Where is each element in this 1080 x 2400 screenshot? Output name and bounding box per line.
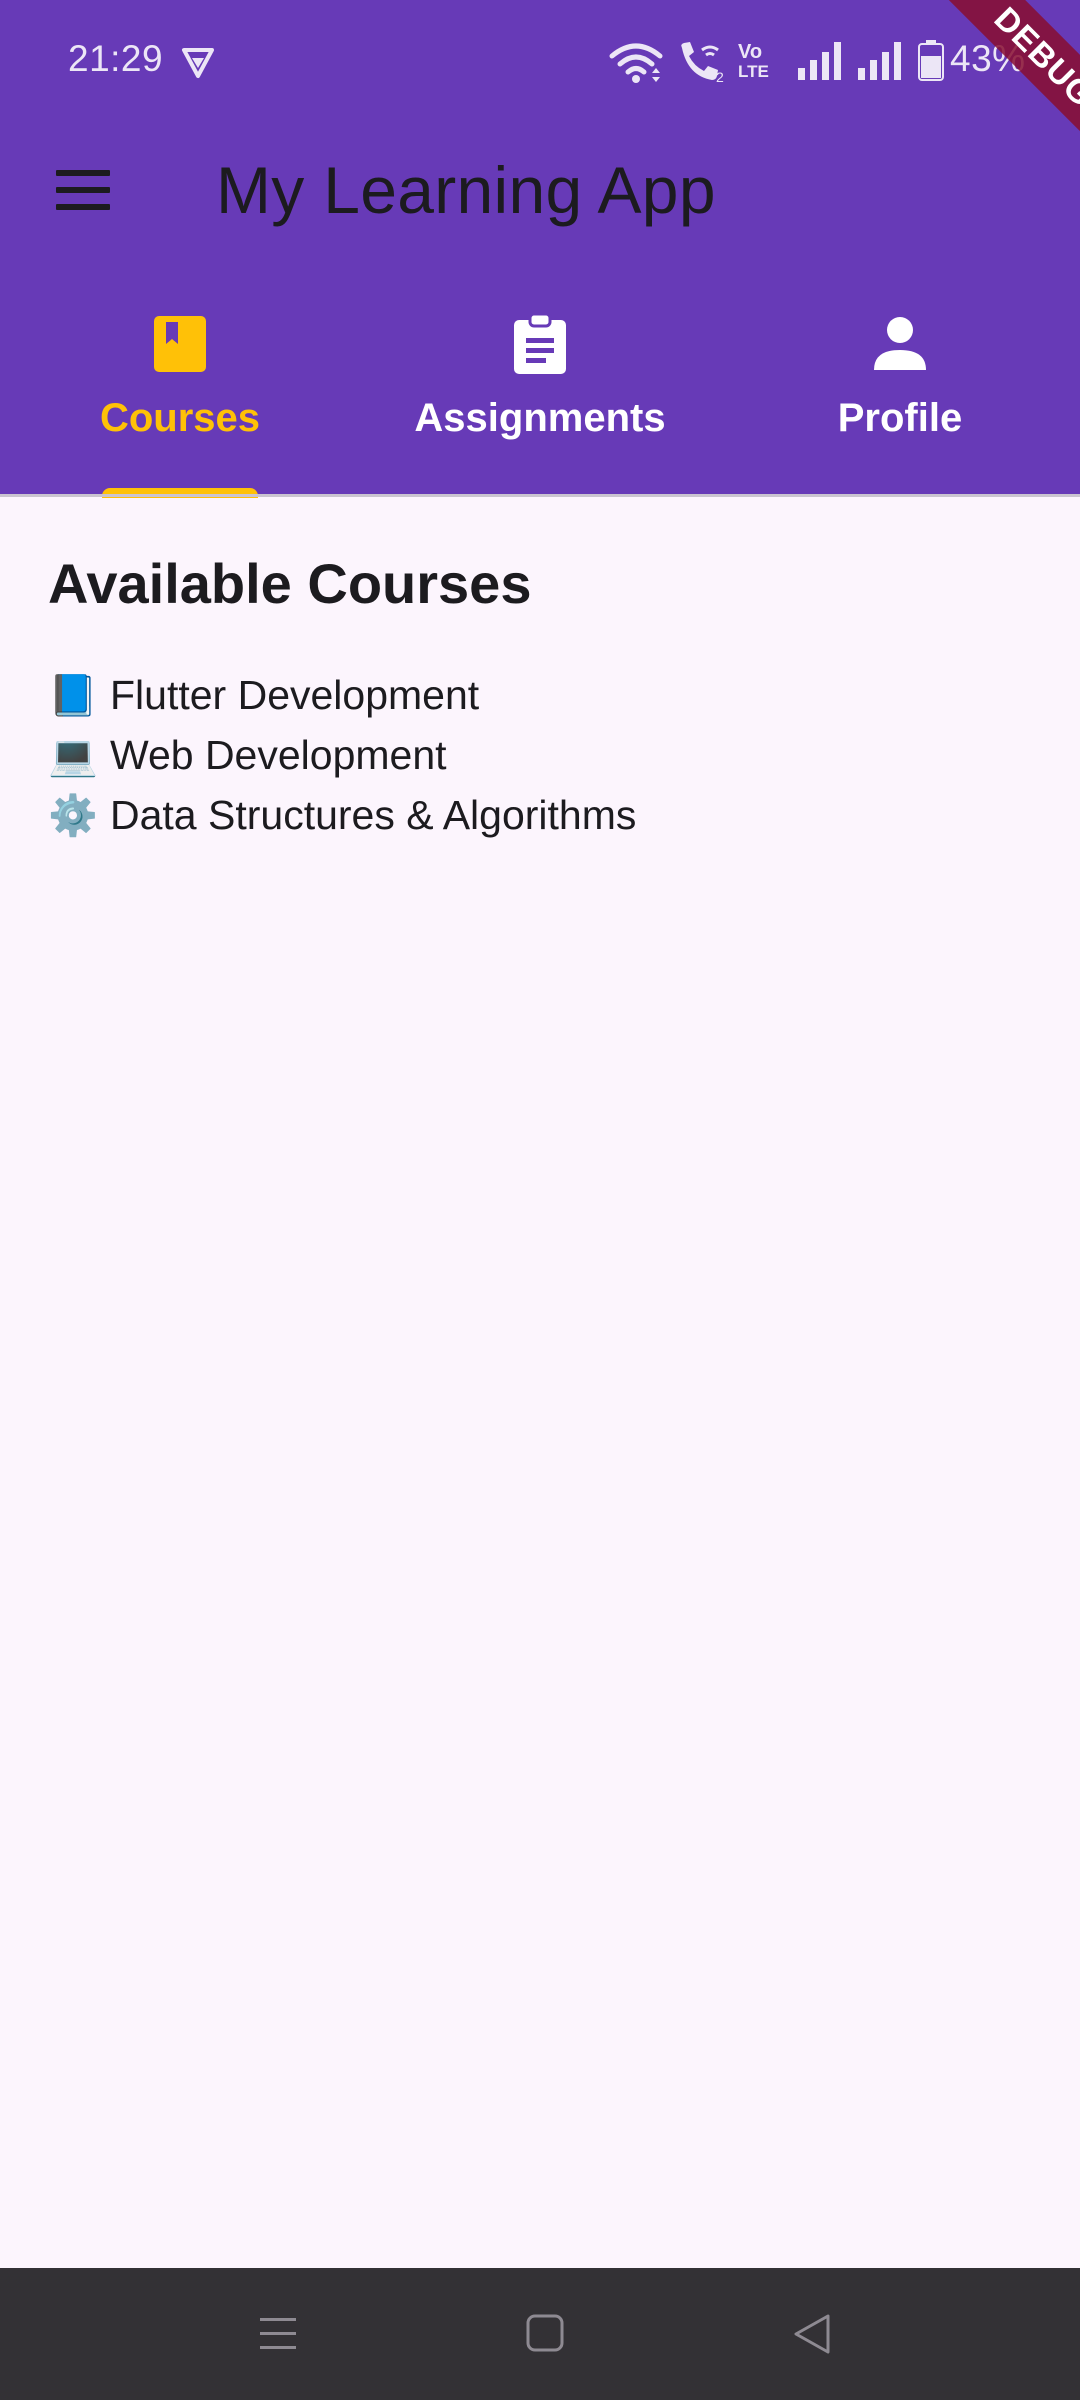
app-screen: 21:29 2 Vo LTE 43% My Learning App Cours…: [0, 0, 1080, 2400]
wifi-icon: [608, 40, 664, 84]
course-item: 📘 Flutter Development: [48, 665, 636, 725]
tab-courses[interactable]: Courses: [0, 256, 360, 498]
app-title: My Learning App: [216, 153, 716, 227]
tab-profile[interactable]: Profile: [720, 256, 1080, 494]
status-bar: 21:29 2 Vo LTE 43%: [0, 0, 1080, 124]
menu-line: [56, 187, 110, 193]
laptop-icon: 💻: [48, 733, 98, 779]
person-icon: [870, 314, 930, 374]
status-time: 21:29: [68, 38, 164, 79]
tab-label: Profile: [837, 396, 963, 440]
section-title: Available Courses: [48, 552, 532, 615]
course-list: 📘 Flutter Development 💻 Web Development ⚙️…: [48, 665, 636, 845]
top-header: 21:29 2 Vo LTE 43% My Learning App Cours…: [0, 0, 1080, 498]
volte-bottom-label: LTE: [738, 62, 769, 81]
battery-icon: [918, 40, 944, 82]
tab-label: Courses: [99, 396, 261, 440]
tab-label: Assignments: [414, 396, 666, 440]
signal-strength-icon: [796, 40, 846, 82]
app-bar: My Learning App: [0, 124, 1080, 256]
blue-book-icon: 📘: [48, 673, 98, 719]
course-item: ⚙️ Data Structures & Algorithms: [48, 785, 636, 845]
course-name: Data Structures & Algorithms: [110, 792, 637, 838]
menu-line: [56, 170, 110, 176]
course-name: Web Development: [110, 732, 447, 778]
signal-strength-2-icon: [856, 40, 906, 82]
back-triangle-icon[interactable]: [772, 2294, 852, 2374]
bookmark-book-icon: [150, 314, 210, 374]
clipboard-assignment-icon: [510, 312, 570, 374]
hamburger-menu-icon[interactable]: [38, 154, 128, 226]
course-item: 💻 Web Development: [48, 725, 636, 785]
recents-menu-icon[interactable]: [238, 2294, 318, 2374]
home-square-icon[interactable]: [506, 2294, 586, 2374]
tab-bar: Courses Assignments Profile: [0, 256, 1080, 498]
menu-line: [56, 204, 110, 210]
tab-divider: [0, 494, 1080, 497]
vpn-shield-icon: [180, 44, 216, 80]
sim-slot-label: 2: [716, 69, 724, 84]
volte-icon: Vo LTE: [738, 42, 788, 82]
wifi-calling-icon: 2: [676, 40, 728, 85]
tab-assignments[interactable]: Assignments: [360, 256, 720, 494]
system-nav-bar: [0, 2268, 1080, 2400]
volte-top-label: Vo: [738, 41, 763, 63]
course-name: Flutter Development: [110, 672, 480, 718]
gear-icon: ⚙️: [48, 793, 98, 839]
